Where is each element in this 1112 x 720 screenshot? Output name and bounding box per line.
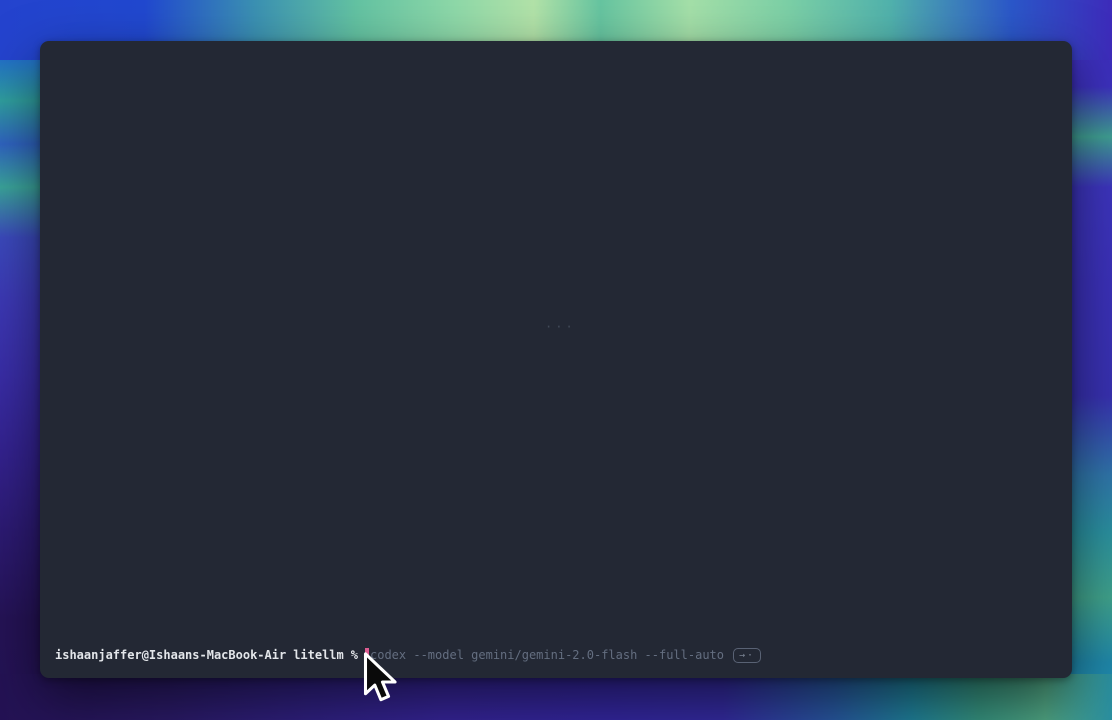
autosuggestion-text: codex --model gemini/gemini-2.0-flash --… bbox=[370, 647, 724, 663]
terminal-window[interactable]: ··· ishaanjaffer@Ishaans-MacBook-Air lit… bbox=[40, 41, 1072, 678]
wallpaper-right-strip bbox=[1067, 0, 1112, 720]
prompt-directory: litellm bbox=[293, 647, 344, 663]
wallpaper-left-strip bbox=[0, 0, 45, 720]
loading-dots: ··· bbox=[545, 320, 576, 334]
wallpaper-bottom-strip bbox=[0, 674, 1112, 720]
accept-suggestion-hint-badge: →· bbox=[733, 648, 761, 663]
terminal-prompt-line[interactable]: ishaanjaffer@Ishaans-MacBook-Air litellm… bbox=[40, 647, 1072, 678]
prompt-user-host: ishaanjaffer@Ishaans-MacBook-Air bbox=[55, 647, 286, 663]
terminal-output-area[interactable]: ··· bbox=[40, 41, 1072, 647]
text-cursor bbox=[365, 648, 369, 662]
prompt-symbol: % bbox=[351, 647, 358, 663]
